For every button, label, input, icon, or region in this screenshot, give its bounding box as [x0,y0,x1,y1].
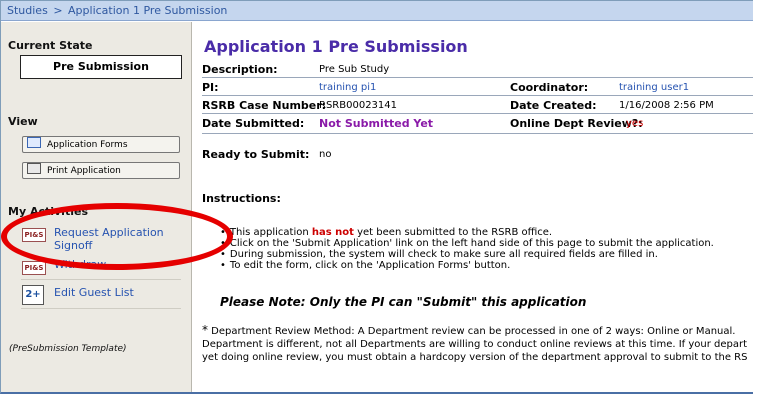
instruction-item: To edit the form, click on the 'Applicat… [220,260,714,271]
field-divider [202,133,753,134]
page-title: Application 1 Pre Submission [204,37,468,56]
date-submitted-label: Date Submitted: [202,117,305,130]
field-divider [202,95,753,96]
instructions-list: This application has not yet been submit… [220,227,714,271]
current-state-heading: Current State [8,39,93,52]
request-signoff-line1: Request Application [54,226,164,239]
activity-divider [21,308,181,309]
instruction-item: This application has not yet been submit… [220,227,714,238]
instruction-item: Click on the 'Submit Application' link o… [220,238,714,249]
edit-guest-list-link[interactable]: Edit Guest List [54,286,134,299]
pis-badge-icon: PI&S [22,228,46,242]
application-forms-button[interactable]: Application Forms [22,136,180,153]
form-icon [27,137,41,148]
description-value: Pre Sub Study [319,64,390,75]
breadcrumb-studies-link[interactable]: Studies [7,4,48,17]
pi-label: PI: [202,81,219,94]
print-application-button[interactable]: Print Application [22,162,180,179]
breadcrumb: Studies > Application 1 Pre Submission [1,1,753,21]
application-window: Studies > Application 1 Pre Submission C… [0,0,753,394]
online-review-label: Online Dept Review?: [510,117,643,130]
ready-to-submit-label: Ready to Submit: [202,148,310,161]
case-number-label: RSRB Case Number: [202,99,327,112]
field-divider [202,77,753,78]
date-created-value: 1/16/2008 2:56 PM [619,100,714,111]
instruction-item: During submission, the system will check… [220,249,714,260]
description-label: Description: [202,63,278,76]
print-application-label: Print Application [47,166,121,176]
my-activities-heading: My Activities [8,205,88,218]
application-forms-label: Application Forms [47,140,128,150]
view-heading: View [8,115,38,128]
template-note: (PreSubmission Template) [9,344,127,354]
case-number-value: RSRB00023141 [319,100,398,111]
online-review-value: yes [626,118,644,129]
withdraw-link[interactable]: Withdraw [54,258,106,271]
request-application-signoff-link[interactable]: Request Application Signoff [54,226,164,252]
activity-divider [21,279,181,280]
add-guest-icon: 2+ [22,285,44,305]
sidebar: Current State Pre Submission View Applic… [1,22,192,392]
department-review-note: * Department Review Method: A Department… [202,323,748,364]
field-divider [202,113,753,114]
breadcrumb-separator: > [53,4,63,17]
date-submitted-value: Not Submitted Yet [319,117,434,130]
pi-link[interactable]: training pi1 [319,82,376,93]
pis-badge-icon: PI&S [22,261,46,275]
breadcrumb-current[interactable]: Application 1 Pre Submission [68,4,227,17]
current-state-badge: Pre Submission [20,55,182,79]
ready-to-submit-value: no [319,149,332,160]
please-note: Please Note: Only the PI can "Submit" th… [220,295,587,309]
request-signoff-line2: Signoff [54,239,93,252]
main-content: Application 1 Pre Submission Description… [192,22,753,392]
instructions-heading: Instructions: [202,192,281,205]
coordinator-link[interactable]: training user1 [619,82,689,93]
coordinator-label: Coordinator: [510,81,589,94]
date-created-label: Date Created: [510,99,597,112]
printer-icon [27,163,41,174]
